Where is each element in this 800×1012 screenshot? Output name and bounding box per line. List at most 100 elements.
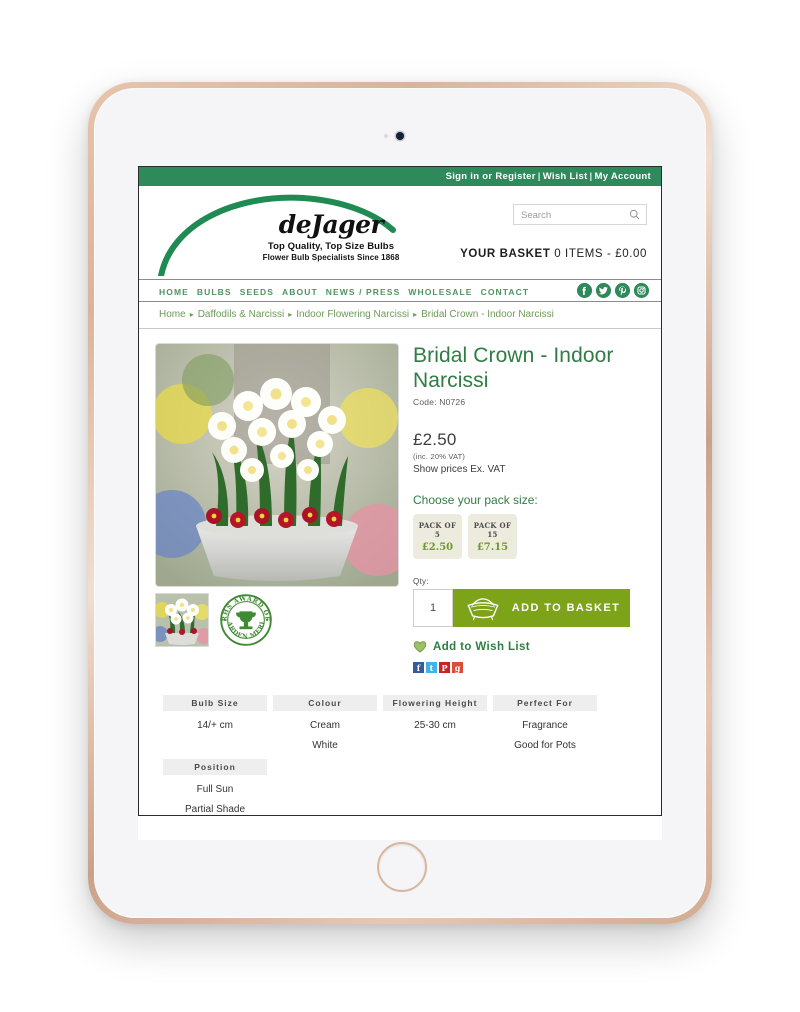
search-icon[interactable] — [629, 209, 640, 220]
breadcrumb-item-home[interactable]: Home — [159, 309, 186, 320]
attribute-colour: Colour Cream White — [273, 695, 377, 751]
breadcrumb-item-daffodils[interactable]: Daffodils & Narcissi — [198, 309, 285, 320]
ambient-sensor — [384, 134, 388, 138]
attribute-position: Position Full Sun Partial Shade — [163, 759, 267, 815]
product-attributes: Bulb Size 14/+ cm Colour Cream White Flo… — [155, 695, 645, 815]
logo-tagline-1: Top Quality, Top Size Bulbs — [267, 241, 395, 252]
thumbnail-photo — [156, 594, 208, 646]
attribute-colour-header: Colour — [273, 695, 377, 711]
social-links — [577, 283, 649, 298]
pack-size-options: PACK OF 5 £2.50 PACK OF 15 £7.15 — [413, 514, 645, 559]
social-share-buttons: f t P g — [413, 662, 645, 673]
add-to-wish-list-label: Add to Wish List — [433, 640, 531, 653]
attributes-row-1: Bulb Size 14/+ cm Colour Cream White Flo… — [163, 695, 637, 751]
breadcrumb: Home ▸ Daffodils & Narcissi ▸ Indoor Floweri… — [139, 302, 661, 329]
twitter-icon[interactable] — [596, 283, 611, 298]
nav-item-contact[interactable]: CONTACT — [481, 287, 530, 297]
pack-option-15-price: £7.15 — [476, 541, 509, 553]
attribute-perfect-for-value-1: Fragrance — [522, 720, 568, 731]
basket-summary[interactable]: YOUR BASKET 0 ITEMS - £0.00 — [460, 248, 647, 260]
wish-list-link[interactable]: Wish List — [543, 171, 588, 182]
tablet-face: Sign in or Register | Wish List | My Account… — [94, 88, 706, 918]
attribute-bulb-size: Bulb Size 14/+ cm — [163, 695, 267, 751]
nav-items: HOME BULBS SEEDS ABOUT NEWS / PRESS WHOLESALE… — [159, 280, 537, 301]
pinterest-icon[interactable] — [615, 283, 630, 298]
attribute-flowering-height-header: Flowering Height — [383, 695, 487, 711]
utility-separator-1: | — [537, 171, 541, 182]
nav-item-wholesale[interactable]: WHOLESALE — [408, 287, 472, 297]
utility-separator-2: | — [589, 171, 593, 182]
nav-item-news-press[interactable]: NEWS / PRESS — [326, 287, 401, 297]
quantity-input[interactable]: 1 — [413, 589, 453, 627]
main-nav: HOME BULBS SEEDS ABOUT NEWS / PRESS WHOLESALE… — [139, 279, 661, 302]
product-image[interactable] — [155, 343, 399, 587]
pack-option-5[interactable]: PACK OF 5 £2.50 — [413, 514, 462, 559]
tablet-screen: Sign in or Register | Wish List | My Account… — [138, 166, 662, 840]
attributes-row-2: Position Full Sun Partial Shade — [163, 759, 637, 815]
add-to-wish-list-button[interactable]: Add to Wish List — [413, 640, 645, 653]
product-price: £2.50 — [413, 430, 457, 449]
front-camera — [396, 132, 404, 140]
facebook-icon[interactable] — [577, 283, 592, 298]
buy-row: 1 ADD TO BASKET — [413, 589, 645, 627]
nav-item-about[interactable]: ABOUT — [282, 287, 318, 297]
quantity-label: Qty: — [413, 577, 429, 586]
my-account-link[interactable]: My Account — [595, 171, 651, 182]
attribute-colour-value-2: White — [312, 740, 338, 751]
utility-bar: Sign in or Register | Wish List | My Account — [139, 167, 661, 186]
add-to-basket-button[interactable]: ADD TO BASKET — [453, 589, 630, 627]
product-section: RHS AWARD OF GARDEN MERIT — [139, 329, 661, 815]
pack-option-5-label: PACK OF 5 — [418, 520, 457, 539]
breadcrumb-separator-2: ▸ — [288, 310, 293, 319]
breadcrumb-item-indoor-narcissi[interactable]: Indoor Flowering Narcissi — [296, 309, 409, 320]
basket-amount: 0 ITEMS - £0.00 — [554, 248, 647, 260]
attribute-perfect-for: Perfect For Fragrance Good for Pots — [493, 695, 597, 751]
instagram-icon[interactable] — [634, 283, 649, 298]
rhs-award-badge-icon: RHS AWARD OF GARDEN MERIT — [219, 593, 272, 646]
logo-text: deJager Top Quality, Top Size Bulbs Flow… — [251, 212, 411, 262]
breadcrumb-separator-3: ▸ — [413, 310, 418, 319]
masthead: deJager Top Quality, Top Size Bulbs Flow… — [139, 186, 661, 279]
breadcrumb-item-current: Bridal Crown - Indoor Narcissi — [421, 309, 554, 320]
attribute-bulb-size-header: Bulb Size — [163, 695, 267, 711]
basket-trug-icon — [467, 598, 499, 621]
search-input[interactable]: Search — [521, 205, 551, 226]
pinterest-share-icon[interactable]: P — [439, 662, 450, 673]
pack-option-15-label: PACK OF 15 — [473, 520, 512, 539]
googleplus-share-icon[interactable]: g — [452, 662, 463, 673]
attributes-spacer — [163, 751, 637, 759]
home-button[interactable] — [377, 842, 427, 892]
attribute-perfect-for-header: Perfect For — [493, 695, 597, 711]
attribute-flowering-height-value-1: 25-30 cm — [414, 720, 456, 731]
nav-item-bulbs[interactable]: BULBS — [197, 287, 232, 297]
product-info: Bridal Crown - Indoor Narcissi Code: N07… — [413, 343, 645, 673]
product-photo — [156, 344, 398, 586]
attribute-position-value-2: Partial Shade — [184, 804, 246, 815]
breadcrumb-separator-1: ▸ — [189, 310, 194, 319]
attribute-perfect-for-value-2: Good for Pots — [514, 740, 576, 751]
pack-size-label: Choose your pack size: — [413, 493, 538, 507]
attribute-position-header: Position — [163, 759, 267, 775]
website-page: Sign in or Register | Wish List | My Account… — [138, 166, 662, 816]
attribute-bulb-size-value-1: 14/+ cm — [197, 720, 233, 731]
nav-item-home[interactable]: HOME — [159, 287, 189, 297]
twitter-share-icon[interactable]: t — [426, 662, 437, 673]
logo-tagline-2: Flower Bulb Specialists Since 1868 — [262, 253, 400, 262]
attribute-flowering-height: Flowering Height 25-30 cm — [383, 695, 487, 751]
attribute-position-value-1: Full Sun — [196, 784, 234, 795]
heart-icon — [413, 641, 427, 653]
basket-label: YOUR BASKET — [460, 248, 551, 260]
product-vat-note: (inc. 20% VAT) — [413, 452, 466, 461]
screenshot-stage: Sign in or Register | Wish List | My Account… — [0, 0, 800, 1012]
site-logo[interactable]: deJager Top Quality, Top Size Bulbs Flow… — [153, 188, 413, 276]
attribute-colour-value-1: Cream — [309, 720, 340, 731]
pack-option-15[interactable]: PACK OF 15 £7.15 — [468, 514, 517, 559]
product-thumbnail-1[interactable] — [155, 593, 209, 647]
search-box[interactable]: Search — [513, 204, 647, 225]
show-ex-vat-link[interactable]: Show prices Ex. VAT — [413, 464, 645, 475]
logo-wordmark: deJager — [278, 210, 384, 239]
nav-item-seeds[interactable]: SEEDS — [240, 287, 274, 297]
sign-in-link[interactable]: Sign in or Register — [446, 171, 536, 182]
facebook-share-icon[interactable]: f — [413, 662, 424, 673]
pack-option-5-price: £2.50 — [421, 541, 454, 553]
